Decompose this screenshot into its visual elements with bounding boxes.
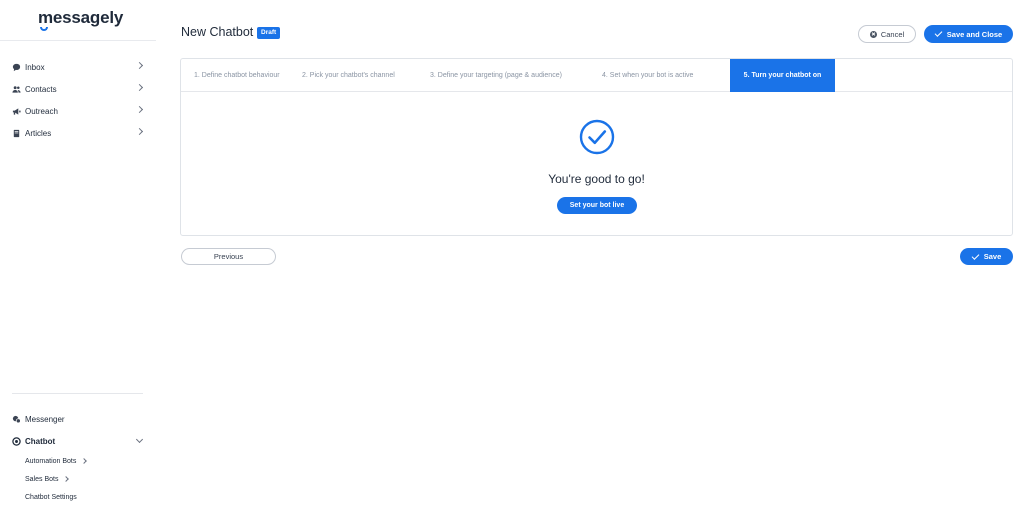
save-button[interactable]: Save [960, 248, 1013, 265]
wizard-card: 1. Define chatbot behaviour 2. Pick your… [180, 58, 1013, 236]
wizard-steps: 1. Define chatbot behaviour 2. Pick your… [181, 59, 1012, 92]
page-title: New Chatbot [181, 25, 254, 39]
tab-turn-chatbot-on[interactable]: 5. Turn your chatbot on [730, 59, 835, 92]
sidebar-item-articles[interactable]: Articles [0, 122, 156, 144]
messenger-icon [12, 415, 21, 424]
logo-divider [0, 40, 156, 41]
book-icon [12, 129, 21, 138]
sidebar-item-label: Outreach [25, 106, 58, 116]
tab-define-behaviour[interactable]: 1. Define chatbot behaviour [181, 59, 302, 92]
status-badge: Draft [257, 27, 281, 39]
save-and-close-button[interactable]: Save and Close [924, 25, 1013, 43]
success-message: You're good to go! [548, 172, 645, 186]
chevron-right-icon [135, 105, 144, 114]
sidebar-item-label: Messenger [25, 414, 65, 424]
sidebar-divider [12, 393, 143, 394]
cancel-button[interactable]: Cancel [858, 25, 916, 43]
set-bot-live-button[interactable]: Set your bot live [557, 197, 637, 214]
cancel-label: Cancel [880, 29, 905, 39]
main-nav: Inbox Contacts Outreach Articles [0, 56, 156, 144]
chevron-right-icon [135, 83, 144, 92]
logo-smile-icon [40, 27, 48, 31]
chevron-down-icon [135, 435, 144, 444]
save-and-close-label: Save and Close [946, 29, 1003, 39]
checkmark-icon [934, 29, 943, 37]
megaphone-icon [12, 107, 21, 116]
sidebar-item-label: Articles [25, 128, 52, 138]
sidebar-item-inbox[interactable]: Inbox [0, 56, 156, 78]
sidebar-subitem-label: Chatbot Settings [25, 493, 77, 501]
sidebar-item-messenger[interactable]: Messenger [0, 408, 156, 430]
sidebar: messagely Inbox Contacts Outreach Articl… [0, 0, 156, 514]
tab-set-active-time[interactable]: 4. Set when your bot is active [602, 59, 730, 92]
sidebar-subitem-label: Automation Bots [25, 457, 77, 465]
chevron-right-icon [135, 61, 144, 70]
sidebar-item-label: Inbox [25, 62, 45, 72]
previous-button[interactable]: Previous [181, 248, 276, 265]
checkmark-icon [971, 251, 980, 260]
sidebar-subitem-automation-bots[interactable]: Automation Bots [0, 452, 156, 470]
close-icon [869, 30, 877, 38]
sidebar-item-contacts[interactable]: Contacts [0, 78, 156, 100]
check-circle-icon [579, 119, 615, 155]
sidebar-item-label: Chatbot [25, 436, 56, 446]
save-label: Save [983, 252, 1002, 261]
chat-bubble-icon [12, 63, 21, 72]
sidebar-item-chatbot[interactable]: Chatbot [0, 430, 156, 452]
sidebar-subitem-chatbot-settings[interactable]: Chatbot Settings [0, 488, 156, 506]
messagely-logo[interactable]: messagely [38, 8, 123, 36]
sidebar-subitem-label: Sales Bots [25, 475, 59, 483]
chevron-right-icon [81, 458, 88, 464]
logo-text: messagely [38, 8, 124, 27]
bottom-nav: Messenger Chatbot Automation Bots Sales … [0, 408, 156, 506]
chevron-right-icon [63, 476, 70, 482]
tab-pick-channel[interactable]: 2. Pick your chatbot's channel [302, 59, 430, 92]
tab-define-targeting[interactable]: 3. Define your targeting (page & audienc… [430, 59, 602, 92]
sidebar-subitem-sales-bots[interactable]: Sales Bots [0, 470, 156, 488]
chatbot-icon [12, 436, 21, 446]
users-icon [12, 85, 21, 94]
chevron-right-icon [135, 127, 144, 136]
sidebar-item-outreach[interactable]: Outreach [0, 100, 156, 122]
sidebar-item-label: Contacts [25, 84, 57, 94]
